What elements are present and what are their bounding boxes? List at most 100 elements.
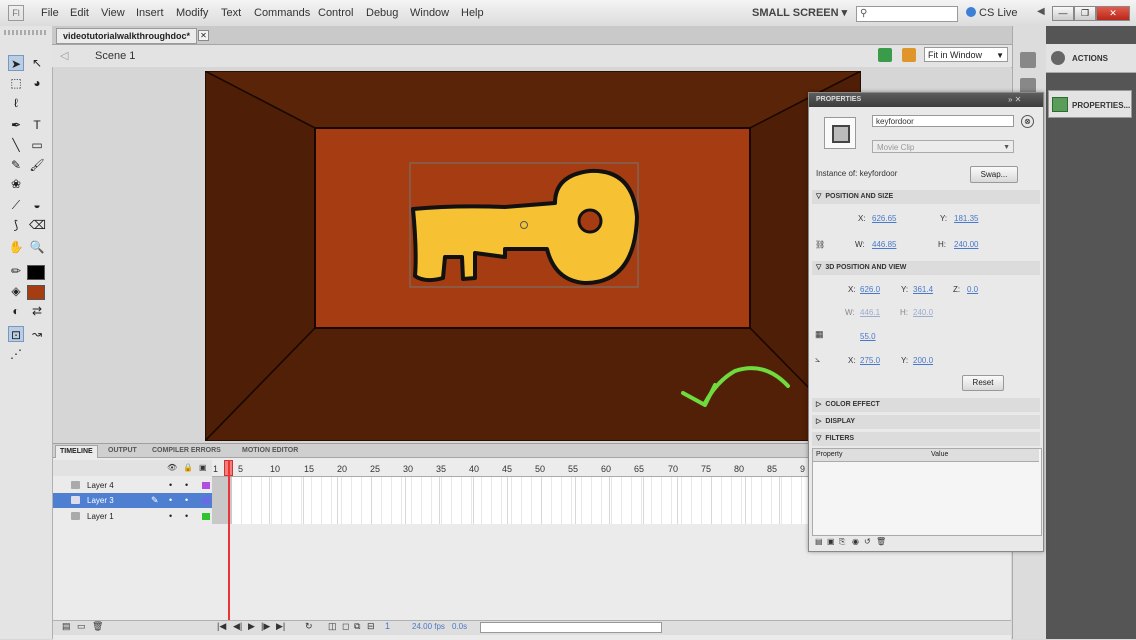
h-value[interactable]: 240.00 [954,240,978,249]
rectangle-tool-icon[interactable]: ▭ [29,137,45,153]
menu-control[interactable]: Control [318,7,353,19]
layer-row[interactable]: Layer 4 • • [53,478,213,493]
delete-layer-icon[interactable]: 🗑 [92,621,103,632]
close-button[interactable]: ✕ [1096,6,1130,21]
pen-tool-icon[interactable]: ✒ [8,117,24,133]
tab-compiler-errors[interactable]: COMPILER ERRORS [148,445,225,457]
lock-dot[interactable]: • [185,493,188,508]
close-tab-icon[interactable]: ✕ [198,30,209,41]
menu-debug[interactable]: Debug [366,7,398,19]
tab-motion-editor[interactable]: MOTION EDITOR [238,445,302,457]
new-layer-icon[interactable]: ▤ [62,621,71,632]
show-hide-all-icon[interactable]: 👁 [167,463,177,472]
scene-breadcrumb[interactable]: Scene 1 [95,50,135,62]
preset-icon[interactable]: ▣ [827,537,835,546]
menu-insert[interactable]: Insert [136,7,164,19]
hand-tool-icon[interactable]: ✋ [8,239,24,255]
snap-to-objects-icon[interactable]: ⊡ [8,326,24,342]
section-3d-position[interactable]: ▽ 3D POSITION AND VIEW [812,261,1040,275]
smooth-icon[interactable]: ↝ [29,326,45,342]
menu-help[interactable]: Help [461,7,484,19]
outline-all-icon[interactable]: ▣ [199,463,207,472]
tab-output[interactable]: OUTPUT [104,445,141,457]
onion-skin-icon[interactable]: ◫ [328,621,337,632]
last-frame-icon[interactable]: ▶| [276,621,285,632]
brush-tool-icon[interactable]: 🖌 [29,157,45,173]
visibility-dot[interactable]: • [169,493,172,508]
visibility-dot[interactable]: • [169,478,172,493]
section-color-effect[interactable]: ▷ COLOR EFFECT [812,398,1040,412]
swap-colors-icon[interactable]: ⇄ [29,303,45,319]
menu-file[interactable]: File [41,7,59,19]
section-display[interactable]: ▷ DISPLAY [812,415,1040,429]
edit-symbols-icon[interactable] [878,48,892,62]
lock-dot[interactable]: • [185,509,188,524]
back-arrow-icon[interactable]: ◁ [60,49,68,62]
pencil-tool-icon[interactable]: ✎ [8,157,24,173]
lock-all-icon[interactable]: 🔒 [183,463,193,472]
delete-filter-icon[interactable]: 🗑 [876,537,886,546]
3d-rotation-tool-icon[interactable]: ◕ [29,75,45,91]
section-position-size[interactable]: ▽ POSITION AND SIZE [812,190,1040,204]
lock-dot[interactable]: • [185,478,188,493]
tools-grip[interactable] [4,30,48,35]
y3d-value[interactable]: 361.4 [913,285,933,294]
section-filters[interactable]: ▽ FILTERS [812,432,1040,446]
zoom-tool-icon[interactable]: 🔍 [29,239,45,255]
stroke-color-swatch[interactable] [27,265,45,280]
menu-window[interactable]: Window [410,7,449,19]
timeline-scrollbar[interactable] [480,622,662,633]
text-tool-icon[interactable]: T [29,117,45,133]
new-folder-icon[interactable]: ▭ [77,621,86,632]
add-filter-icon[interactable]: ▤ [815,537,823,546]
y-value[interactable]: 181.35 [954,214,978,223]
library-icon[interactable] [1020,52,1036,68]
lock-width-height-icon[interactable]: ⛓ [815,240,825,249]
swap-button[interactable]: Swap... [970,166,1018,183]
eyedropper-tool-icon[interactable]: ⟆ [8,217,24,233]
perspective-angle-value[interactable]: 55.0 [860,332,876,341]
line-tool-icon[interactable]: ╲ [8,137,24,153]
eraser-tool-icon[interactable]: ⌫ [29,217,46,233]
first-frame-icon[interactable]: |◀ [217,621,226,632]
panel-menu-icon[interactable]: » ✕ [1008,95,1021,104]
straighten-icon[interactable]: ⋰ [8,346,24,362]
edit-multiple-frames-icon[interactable]: ⧉ [354,621,360,632]
layer-color-outline[interactable] [202,513,210,520]
layer-row[interactable]: Layer 1 • • [53,509,213,524]
symbol-type-select[interactable]: Movie Clip ▼ [872,140,1014,153]
menu-modify[interactable]: Modify [176,7,208,19]
lasso-tool-icon[interactable]: ℓ [8,95,24,111]
layer-row[interactable]: Layer 3 ✎ • • [53,493,213,508]
menu-commands[interactable]: Commands [254,7,310,19]
onion-markers-icon[interactable]: ⊟ [367,621,375,632]
black-white-icon[interactable]: ◐ [8,303,24,319]
menu-text[interactable]: Text [221,7,241,19]
minimize-button[interactable]: — [1052,6,1074,21]
help-search-input[interactable]: ⚲ [856,6,958,22]
zoom-select[interactable]: Fit in Window ▼ [924,47,1008,62]
play-icon[interactable]: ▶ [248,621,255,632]
menu-edit[interactable]: Edit [70,7,89,19]
document-tab[interactable]: videotutorialwalkthroughdoc* [56,28,198,44]
vp-x-value[interactable]: 275.0 [860,356,880,365]
x3d-value[interactable]: 626.0 [860,285,880,294]
prev-frame-icon[interactable]: ◀| [233,621,242,632]
z3d-value[interactable]: 0.0 [967,285,978,294]
enable-filter-icon[interactable]: ◉ [852,537,859,546]
fps-readout[interactable]: 24.00 fps [412,622,445,631]
next-frame-icon[interactable]: |▶ [261,621,270,632]
fill-color-swatch[interactable] [27,285,45,300]
w-value[interactable]: 446.85 [872,240,896,249]
stage[interactable] [205,71,861,441]
x-value[interactable]: 626.65 [872,214,896,223]
bone-tool-icon[interactable]: ⟋ [8,197,24,213]
deco-tool-icon[interactable]: ❀ [8,176,24,192]
instance-name-input[interactable]: keyfordoor [872,115,1014,127]
onion-outlines-icon[interactable]: ◻ [342,621,349,632]
subselection-tool-icon[interactable]: ↖ [29,55,45,71]
edit-scene-icon[interactable] [902,48,916,62]
info-icon[interactable]: ◀ [1037,6,1045,17]
loop-icon[interactable]: ↻ [305,621,313,632]
menu-view[interactable]: View [101,7,125,19]
